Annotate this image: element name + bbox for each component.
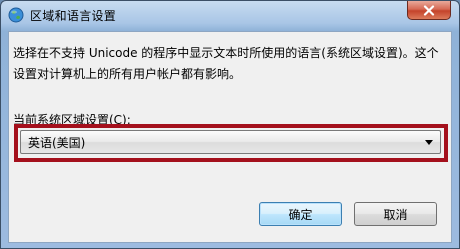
ok-button[interactable]: 确定 — [259, 202, 342, 226]
close-button[interactable] — [407, 1, 451, 20]
cancel-button[interactable]: 取消 — [354, 202, 437, 226]
close-icon — [423, 1, 435, 20]
title-bar[interactable]: 区域和语言设置 — [1, 1, 459, 31]
description-text: 选择在不支持 Unicode 的程序中显示文本时所使用的语言(系统区域设置)。这… — [13, 46, 439, 81]
chevron-down-icon — [425, 140, 433, 145]
dialog-body: 选择在不支持 Unicode 的程序中显示文本时所使用的语言(系统区域设置)。这… — [8, 31, 452, 243]
locale-dropdown-value: 英语(美国) — [28, 136, 86, 150]
globe-icon — [8, 7, 24, 23]
locale-dropdown[interactable]: 英语(美国) — [20, 130, 441, 154]
window-title: 区域和语言设置 — [30, 9, 117, 23]
dialog-window: 区域和语言设置 选择在不支持 Unicode 的程序中显示文本时所使用的语言(系… — [0, 0, 460, 249]
